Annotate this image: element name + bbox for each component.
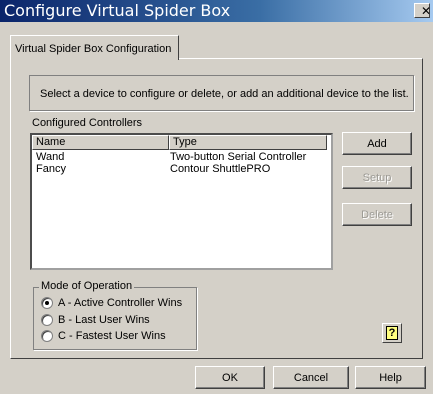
help-button[interactable]: Help	[355, 366, 426, 389]
mode-c-label[interactable]: C - Fastest User Wins	[58, 330, 166, 342]
row-name: Fancy	[36, 163, 66, 175]
mode-legend: Mode of Operation	[39, 280, 135, 292]
table-row[interactable]: Fancy	[36, 163, 66, 175]
help-question-icon[interactable]: ?	[382, 323, 402, 343]
mode-b-label[interactable]: B - Last User Wins	[58, 314, 150, 326]
setup-button[interactable]: Setup	[342, 166, 412, 189]
table-row[interactable]: Wand	[36, 151, 64, 163]
ok-button[interactable]: OK	[195, 366, 265, 389]
window-title: Configure Virtual Spider Box	[4, 1, 231, 20]
column-header-type[interactable]: Type	[169, 135, 327, 150]
row-type: Contour ShuttlePRO	[170, 163, 271, 175]
close-button[interactable]: ✕	[414, 3, 432, 18]
mode-a-label[interactable]: A - Active Controller Wins	[58, 297, 182, 309]
controllers-listview[interactable]: Name Type Wand Two-button Serial Control…	[30, 133, 333, 270]
column-header-name-label: Name	[36, 136, 66, 148]
close-icon: ✕	[421, 4, 432, 18]
row-name: Wand	[36, 151, 65, 163]
column-header-name[interactable]: Name	[32, 135, 169, 150]
radio-selected-dot	[45, 301, 49, 305]
question-icon: ?	[386, 326, 398, 340]
delete-button[interactable]: Delete	[342, 203, 412, 226]
row-type: Two-button Serial Controller	[170, 151, 307, 163]
title-bar[interactable]: Configure Virtual Spider Box ✕	[0, 0, 433, 22]
mode-c-radio[interactable]	[41, 330, 53, 342]
mode-a-radio[interactable]	[41, 297, 53, 309]
controllers-label: Configured Controllers	[32, 117, 143, 129]
tab-configuration-label: Virtual Spider Box Configuration	[15, 43, 172, 55]
instructions-text: Select a device to configure or delete, …	[40, 88, 409, 100]
cancel-button[interactable]: Cancel	[273, 366, 349, 389]
instructions-box: Select a device to configure or delete, …	[29, 75, 414, 111]
add-button[interactable]: Add	[342, 132, 412, 155]
tab-configuration[interactable]: Virtual Spider Box Configuration	[10, 35, 179, 60]
column-header-type-label: Type	[173, 136, 197, 148]
mode-b-radio[interactable]	[41, 314, 53, 326]
